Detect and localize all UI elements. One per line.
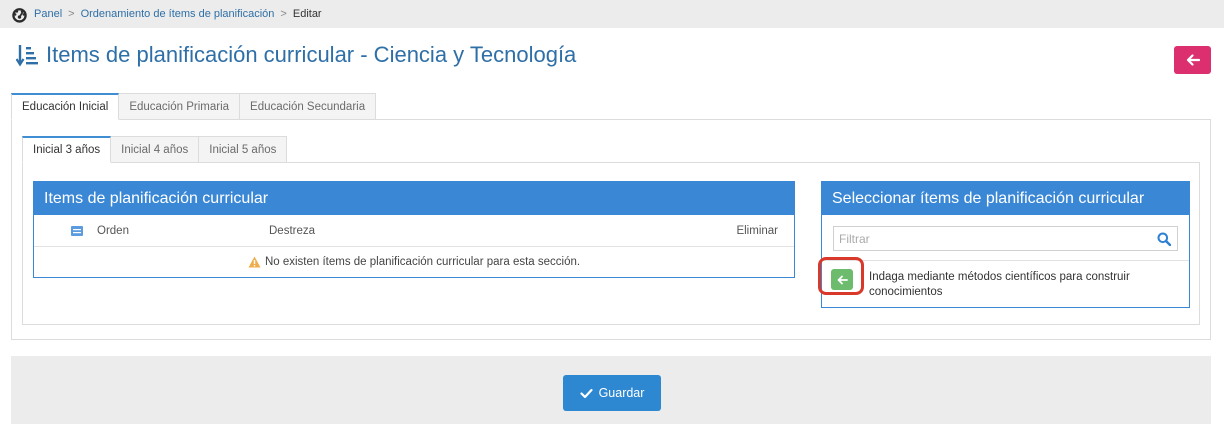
empty-message: No existen ítems de planificación curric… xyxy=(264,256,581,268)
select-panel-title: Seleccionar ítems de planificación curri… xyxy=(822,182,1189,215)
check-icon xyxy=(579,388,593,398)
breadcrumb-separator: > xyxy=(68,8,75,20)
list-icon xyxy=(71,226,83,236)
list-item: Indaga mediante métodos científicos para… xyxy=(818,257,1189,307)
column-orden[interactable]: Orden xyxy=(97,225,129,237)
save-button[interactable]: Guardar xyxy=(563,375,661,411)
add-item-button[interactable] xyxy=(831,269,853,290)
age-tabs: Inicial 3 años Inicial 4 años Inicial 5 … xyxy=(22,136,288,163)
tab-inicial-4[interactable]: Inicial 4 años xyxy=(111,136,200,163)
items-table-header: Orden Destreza Eliminar xyxy=(34,215,794,247)
arrow-left-icon xyxy=(837,275,848,284)
item-label: Indaga mediante métodos científicos para… xyxy=(869,271,1130,298)
filter-field xyxy=(833,226,1178,251)
tab-educacion-primaria[interactable]: Educación Primaria xyxy=(119,93,241,120)
dashboard-icon[interactable] xyxy=(11,6,28,23)
breadcrumb-separator: > xyxy=(280,8,287,20)
items-panel-title: Items de planificación curricular xyxy=(34,182,794,215)
breadcrumb-panel-link[interactable]: Panel xyxy=(34,8,62,20)
breadcrumb: Panel > Ordenamiento de ítems de planifi… xyxy=(0,0,1224,28)
save-label: Guardar xyxy=(598,386,645,400)
tab-inicial-3[interactable]: Inicial 3 años xyxy=(22,136,112,163)
empty-state: No existen ítems de planificación curric… xyxy=(34,247,794,277)
page-title: Items de planificación curricular - Cien… xyxy=(16,42,576,68)
column-destreza: Destreza xyxy=(269,224,316,237)
arrow-left-icon xyxy=(1186,54,1200,66)
page-title-text: Items de planificación curricular - Cien… xyxy=(46,42,577,67)
warning-icon xyxy=(248,256,261,268)
level-tabs: Educación Inicial Educación Primaria Edu… xyxy=(11,93,377,120)
items-panel: Items de planificación curricular Orden … xyxy=(33,181,795,278)
sort-amount-icon xyxy=(16,45,38,67)
select-panel: Seleccionar ítems de planificación curri… xyxy=(818,181,1190,308)
tab-educacion-secundaria[interactable]: Educación Secundaria xyxy=(240,93,377,120)
filter-input[interactable] xyxy=(834,227,1157,250)
column-eliminar: Eliminar xyxy=(736,224,778,237)
breadcrumb-current: Editar xyxy=(292,8,322,20)
breadcrumb-ordenamiento-link[interactable]: Ordenamiento de ítems de planificación xyxy=(81,8,275,20)
tab-inicial-5[interactable]: Inicial 5 años xyxy=(199,136,288,163)
tab-educacion-inicial[interactable]: Educación Inicial xyxy=(11,93,120,120)
search-icon[interactable] xyxy=(1157,232,1171,246)
back-button[interactable] xyxy=(1174,46,1211,74)
